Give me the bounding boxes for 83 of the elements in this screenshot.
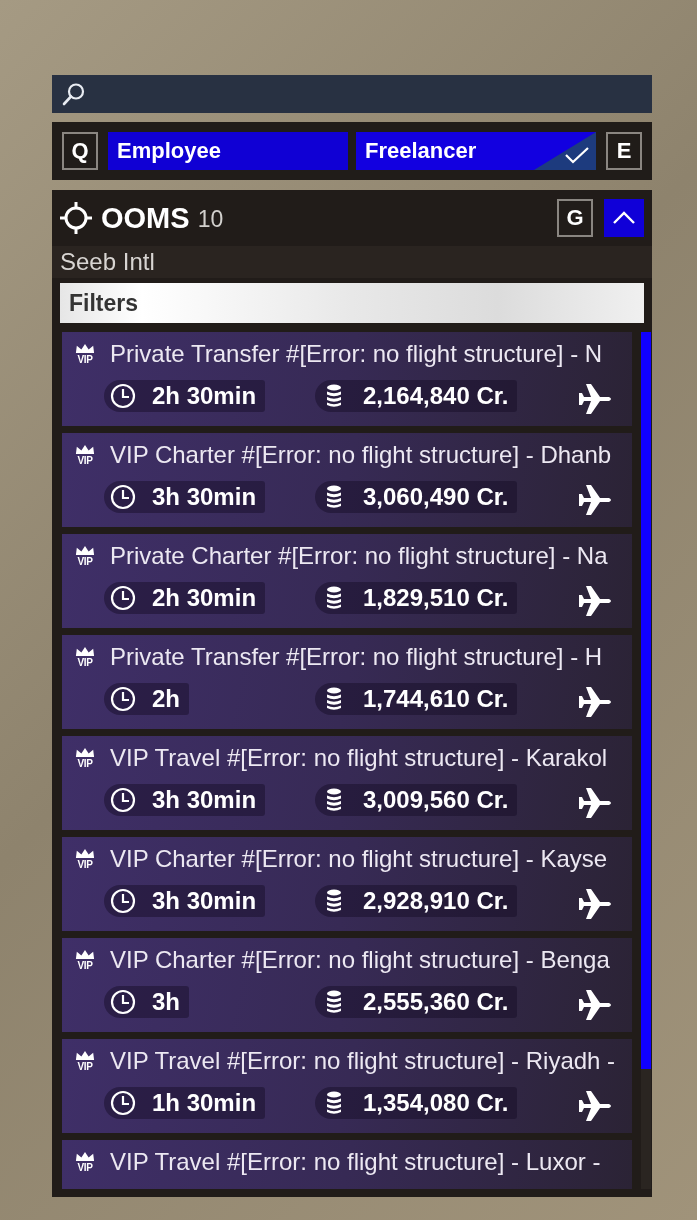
crown-icon <box>75 444 95 455</box>
airplane-icon[interactable] <box>579 788 613 818</box>
airplane-icon[interactable] <box>579 384 613 414</box>
airplane-icon[interactable] <box>579 485 613 515</box>
crosshair-icon <box>60 202 92 234</box>
price-text: 2,555,360 Cr. <box>363 988 509 1016</box>
price-text: 1,744,610 Cr. <box>363 685 509 713</box>
crown-icon <box>75 747 95 758</box>
mode-tab[interactable]: Employee <box>108 132 348 170</box>
job-card[interactable]: VIP Private Transfer #[Error: no flight structure] - N 2h 30min 2,164,840 Cr. <box>62 332 632 426</box>
job-title: VIP Charter #[Error: no flight structure] - Kayse <box>110 845 608 873</box>
crown-icon <box>75 949 95 960</box>
clock-icon <box>110 786 136 813</box>
airport-code: OOMS <box>101 201 190 235</box>
job-title: Private Transfer #[Error: no flight structure] - H <box>110 643 603 671</box>
duration-text: 3h 30min <box>152 886 257 915</box>
vip-label: VIP <box>77 858 93 870</box>
price-text: 2,928,910 Cr. <box>363 887 509 915</box>
price-text: 1,829,510 Cr. <box>363 584 509 612</box>
job-card[interactable]: VIP Private Transfer #[Error: no flight structure] - H 2h 1,744,610 Cr. <box>62 635 632 729</box>
job-title: VIP Travel #[Error: no flight structure] - Luxor - <box>110 1148 601 1176</box>
price-text: 2,164,840 Cr. <box>363 382 509 410</box>
duration-text: 3h <box>152 987 180 1016</box>
crown-icon <box>75 343 95 354</box>
job-count: 10 <box>197 205 224 233</box>
price-text: 3,009,560 Cr. <box>363 786 509 814</box>
clock-icon <box>110 1089 136 1116</box>
job-title: Private Charter #[Error: no flight structure] - Na <box>110 542 608 570</box>
job-card[interactable]: VIP VIP Charter #[Error: no flight structure] - Dhanb 3h 30min 3,060,490 Cr. <box>62 433 632 527</box>
job-title: VIP Charter #[Error: no flight structure] - Dhanb <box>110 441 612 469</box>
airplane-icon[interactable] <box>579 889 613 919</box>
vip-label: VIP <box>77 454 93 466</box>
duration-text: 1h 30min <box>152 1088 257 1117</box>
airplane-icon[interactable] <box>579 687 613 717</box>
vip-label: VIP <box>77 959 93 971</box>
key-hint-button[interactable]: G <box>557 199 593 237</box>
duration-text: 2h <box>152 684 180 713</box>
job-card[interactable]: VIP VIP Travel #[Error: no flight structure] - Riyadh - 1h 30min 1,354,080 Cr. <box>62 1039 632 1133</box>
crown-icon <box>75 1050 95 1061</box>
collapse-button[interactable] <box>604 199 644 237</box>
key-hint-button[interactable]: Q <box>62 132 98 170</box>
filters-button[interactable]: Filters <box>60 283 644 323</box>
airplane-icon[interactable] <box>579 990 613 1020</box>
price-text: 3,060,490 Cr. <box>363 483 509 511</box>
crown-icon <box>75 848 95 859</box>
crown-icon <box>75 545 95 556</box>
key-hint-button[interactable]: E <box>606 132 642 170</box>
clock-icon <box>110 988 136 1015</box>
crown-icon <box>75 646 95 657</box>
clock-icon <box>110 483 136 510</box>
job-card[interactable]: VIP VIP Travel #[Error: no flight structure] - Karakol 3h 30min 3,009,560 Cr. <box>62 736 632 830</box>
check-corner-icon <box>534 132 596 170</box>
job-card[interactable]: VIP VIP Charter #[Error: no flight structure] - Kayse 3h 30min 2,928,910 Cr. <box>62 837 632 931</box>
clock-icon <box>110 685 136 712</box>
job-card[interactable]: VIP Private Charter #[Error: no flight structure] - Na 2h 30min 1,829,510 Cr. <box>62 534 632 628</box>
vip-label: VIP <box>77 1161 93 1173</box>
job-title: VIP Travel #[Error: no flight structure] - Riyadh - <box>110 1047 616 1075</box>
duration-text: 3h 30min <box>152 482 257 511</box>
clock-icon <box>110 584 136 611</box>
duration-text: 2h 30min <box>152 381 257 410</box>
duration-text: 2h 30min <box>152 583 257 612</box>
mode-tab[interactable]: Freelancer <box>356 132 596 170</box>
airport-name: Seeb Intl <box>52 246 652 278</box>
search-field[interactable] <box>52 75 652 113</box>
price-text: 1,354,080 Cr. <box>363 1089 509 1117</box>
vip-label: VIP <box>77 353 93 365</box>
job-card[interactable]: VIP VIP Travel #[Error: no flight structure] - Luxor - <box>62 1140 632 1189</box>
vip-label: VIP <box>77 555 93 567</box>
vip-label: VIP <box>77 757 93 769</box>
job-title: Private Transfer #[Error: no flight structure] - N <box>110 340 603 368</box>
job-title: VIP Charter #[Error: no flight structure] - Benga <box>110 946 610 974</box>
vip-label: VIP <box>77 656 93 668</box>
search-icon <box>62 82 86 106</box>
chevron-up-icon <box>612 211 636 225</box>
crown-icon <box>75 1151 95 1162</box>
job-title: VIP Travel #[Error: no flight structure] - Karakol <box>110 744 608 772</box>
clock-icon <box>110 382 136 409</box>
vip-label: VIP <box>77 1060 93 1072</box>
clock-icon <box>110 887 136 914</box>
job-card[interactable]: VIP VIP Charter #[Error: no flight structure] - Benga 3h 2,555,360 Cr. <box>62 938 632 1032</box>
airplane-icon[interactable] <box>579 586 613 616</box>
airplane-icon[interactable] <box>579 1091 613 1121</box>
duration-text: 3h 30min <box>152 785 257 814</box>
